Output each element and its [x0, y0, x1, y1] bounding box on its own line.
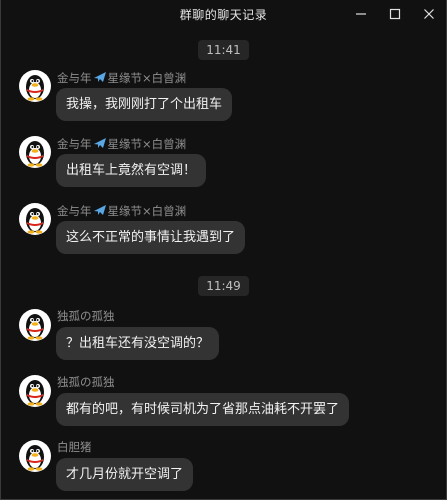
- sender-name-part: 星缘节×白曾渊: [107, 204, 187, 218]
- message-bubble[interactable]: 才几月份就开空调了: [56, 458, 194, 491]
- title-bar[interactable]: 群聊的聊天记录: [1, 0, 446, 28]
- sender-name-part: 独孤の孤独: [57, 309, 115, 323]
- message-bubble[interactable]: 我操，我刚刚打了个出租车: [56, 88, 233, 121]
- qq-penguin-avatar[interactable]: [19, 70, 51, 102]
- sender-name: 金与年 星缘节×白曾渊: [57, 70, 186, 85]
- sender-name: 金与年 星缘节×白曾渊: [57, 203, 186, 218]
- sender-name-part: 白胆猪: [57, 440, 92, 454]
- qq-penguin-avatar[interactable]: [19, 375, 51, 407]
- sender-name-part: 金与年: [57, 71, 92, 85]
- timestamp-separator: 11:41: [1, 40, 446, 60]
- qq-penguin-avatar[interactable]: [19, 440, 51, 472]
- close-icon: [424, 9, 434, 19]
- sender-name-part: 星缘节×白曾渊: [107, 137, 187, 151]
- maximize-button[interactable]: [378, 0, 412, 28]
- message-item: 白胆猪 才几月份就开空调了: [19, 440, 429, 492]
- chat-history-window: 群聊的聊天记录 11:41 金与年 星缘节×白曾渊 我操，我刚刚打了个出租车 金…: [0, 0, 447, 500]
- maximize-icon: [389, 8, 401, 20]
- sender-name-part: 金与年: [57, 137, 92, 151]
- close-button[interactable]: [412, 0, 446, 28]
- airplane-icon: [93, 72, 106, 82]
- message-bubble[interactable]: ？出租车还有没空调的？: [56, 327, 220, 360]
- qq-penguin-avatar[interactable]: [19, 309, 51, 341]
- message-item: 金与年 星缘节×白曾渊 这么不正常的事情让我遇到了: [19, 203, 429, 255]
- timestamp-separator: 11:49: [1, 276, 446, 296]
- message-bubble[interactable]: 都有的吧，有时候司机为了省那点油耗不开罢了: [56, 393, 350, 426]
- airplane-icon: [93, 205, 106, 215]
- timestamp: 11:41: [198, 40, 249, 60]
- message-item: 独孤の孤独 都有的吧，有时候司机为了省那点油耗不开罢了: [19, 375, 429, 427]
- chat-message-list[interactable]: 11:41 金与年 星缘节×白曾渊 我操，我刚刚打了个出租车 金与年 星缘节×白…: [1, 30, 446, 500]
- sender-name: 白胆猪: [57, 440, 92, 454]
- minimize-button[interactable]: [344, 0, 378, 28]
- qq-penguin-avatar[interactable]: [19, 136, 51, 168]
- message-bubble[interactable]: 出租车上竟然有空调！: [56, 154, 207, 187]
- message-bubble[interactable]: 这么不正常的事情让我遇到了: [56, 221, 246, 254]
- sender-name-part: 金与年: [57, 204, 92, 218]
- airplane-icon: [93, 138, 106, 148]
- window-title: 群聊的聊天记录: [179, 7, 268, 22]
- window-controls: [344, 0, 446, 28]
- minimize-icon: [356, 13, 366, 15]
- timestamp: 11:49: [198, 276, 249, 296]
- sender-name: 独孤の孤独: [57, 375, 115, 389]
- sender-name-part: 星缘节×白曾渊: [107, 71, 187, 85]
- message-item: 金与年 星缘节×白曾渊 我操，我刚刚打了个出租车: [19, 70, 429, 122]
- sender-name: 独孤の孤独: [57, 309, 115, 323]
- sender-name-part: 独孤の孤独: [57, 375, 115, 389]
- message-item: 独孤の孤独 ？出租车还有没空调的？: [19, 309, 429, 361]
- sender-name: 金与年 星缘节×白曾渊: [57, 136, 186, 151]
- qq-penguin-avatar[interactable]: [19, 203, 51, 235]
- message-item: 金与年 星缘节×白曾渊 出租车上竟然有空调！: [19, 136, 429, 188]
